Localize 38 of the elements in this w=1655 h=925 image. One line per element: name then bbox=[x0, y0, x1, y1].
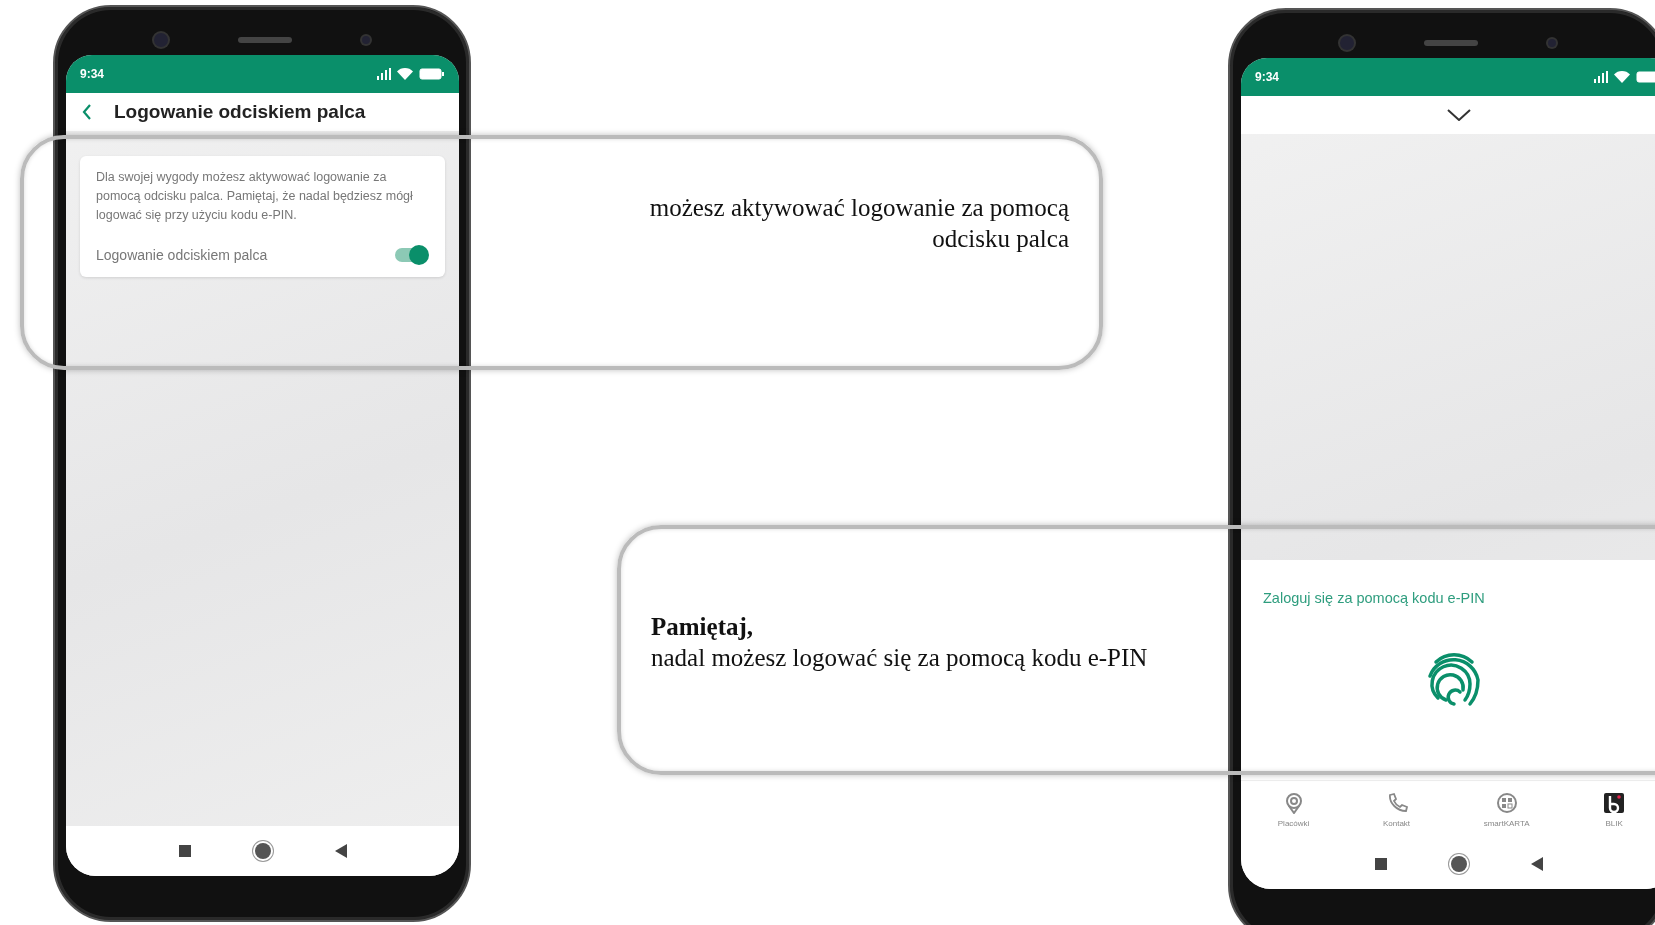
chevron-down-icon bbox=[1446, 109, 1471, 121]
toggle-switch[interactable] bbox=[395, 248, 427, 262]
battery-icon bbox=[1636, 71, 1655, 83]
front-camera bbox=[1548, 39, 1556, 47]
back-icon bbox=[334, 844, 347, 858]
back-button[interactable] bbox=[82, 104, 92, 120]
wifi-icon bbox=[1614, 71, 1630, 83]
front-camera bbox=[154, 33, 168, 47]
speaker-grille bbox=[238, 37, 292, 43]
callout-heading: Pamiętaj, bbox=[651, 612, 754, 642]
home-button[interactable] bbox=[1450, 856, 1467, 872]
battery-icon bbox=[419, 68, 445, 80]
front-camera bbox=[362, 36, 370, 44]
recent-apps-button[interactable] bbox=[178, 845, 191, 857]
bottom-nav-item[interactable]: BLIK bbox=[1603, 792, 1626, 828]
wifi-icon bbox=[397, 68, 413, 80]
setting-label: Logowanie odciskiem palca bbox=[96, 247, 268, 263]
bottom-nav-item[interactable]: Placówki bbox=[1277, 792, 1310, 828]
chevron-left-icon bbox=[82, 104, 92, 120]
status-time: 9:34 bbox=[80, 67, 105, 81]
home-button[interactable] bbox=[254, 843, 271, 859]
status-time: 9:34 bbox=[1255, 70, 1280, 84]
collapse-button[interactable] bbox=[1446, 109, 1471, 121]
bottom-nav-item[interactable]: Kontakt bbox=[1382, 792, 1411, 828]
card-grid-icon bbox=[1495, 792, 1518, 814]
screen-title: Logowanie odciskiem palca bbox=[114, 101, 366, 123]
speaker-grille bbox=[1424, 40, 1478, 46]
description-text: Dla swojej wygody możesz aktywować logowanie za pomocą odcisku palca. Pamiętaj, że nadal będziesz mógł logować się przy użyciu kodu e-PIN. bbox=[96, 169, 414, 224]
recent-apps-button[interactable] bbox=[1374, 858, 1387, 870]
back-icon bbox=[1530, 857, 1543, 871]
blik-logo-icon bbox=[1603, 792, 1626, 814]
signal-icon bbox=[1592, 71, 1608, 83]
signal-icon bbox=[375, 68, 391, 80]
callout-text: nadal możesz logować się za pomocą kodu e-PIN bbox=[651, 643, 1148, 673]
front-camera bbox=[1340, 36, 1354, 50]
callout-text: możesz aktywować logowanie za pomocą odcisku palca bbox=[648, 193, 1069, 254]
epin-login-link[interactable]: Zaloguj się za pomocą kodu e-PIN bbox=[1263, 590, 1485, 606]
bottom-nav-item[interactable]: smartKARTA bbox=[1483, 792, 1530, 828]
